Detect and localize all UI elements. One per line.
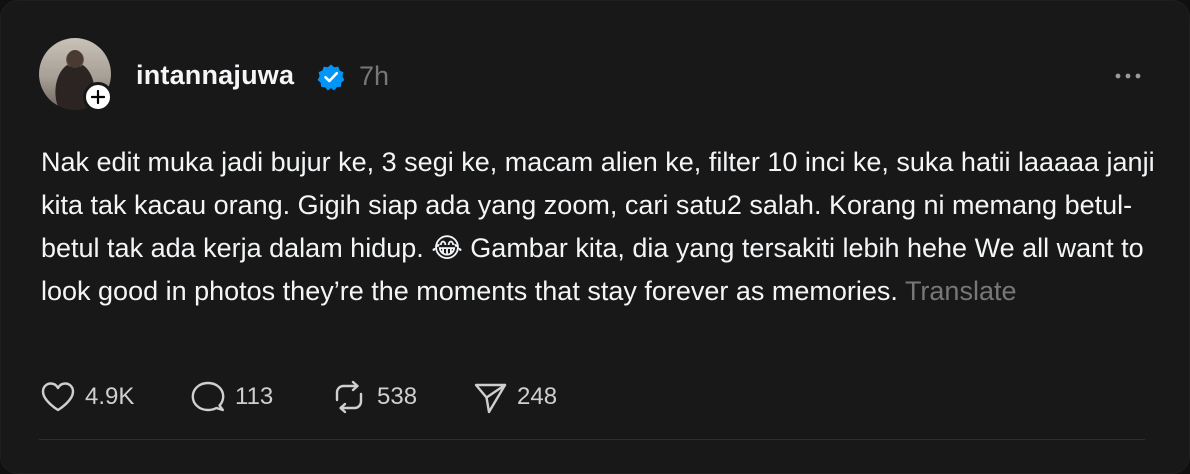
repost-button[interactable]: 538 — [329, 379, 417, 415]
repost-icon — [335, 380, 363, 414]
username[interactable]: intannajuwa — [136, 60, 294, 91]
post-text: Nak edit muka jadi bujur ke, 3 segi ke, … — [41, 141, 1156, 313]
verified-badge-icon — [317, 64, 345, 91]
avatar-container[interactable] — [39, 38, 113, 112]
comment-bubble-icon — [191, 381, 225, 412]
like-count: 4.9K — [85, 383, 135, 410]
translate-link[interactable]: Translate — [905, 276, 1017, 306]
share-button[interactable]: 248 — [471, 379, 557, 415]
reply-button[interactable]: 113 — [189, 379, 273, 415]
like-button[interactable]: 4.9K — [39, 379, 134, 415]
post-card: intannajuwa 7h Nak edit muka jadi bujur … — [0, 0, 1190, 474]
more-dots-icon[interactable] — [1113, 69, 1143, 83]
repost-count: 538 — [377, 383, 418, 410]
avatar-figure-head — [67, 50, 83, 68]
share-count: 248 — [517, 383, 558, 410]
follow-button[interactable] — [83, 82, 113, 112]
plus-icon — [91, 90, 105, 104]
reply-count: 113 — [235, 383, 274, 410]
divider — [39, 439, 1145, 440]
post-time[interactable]: 7h — [359, 61, 389, 92]
send-icon — [474, 383, 507, 414]
heart-icon — [41, 382, 75, 412]
